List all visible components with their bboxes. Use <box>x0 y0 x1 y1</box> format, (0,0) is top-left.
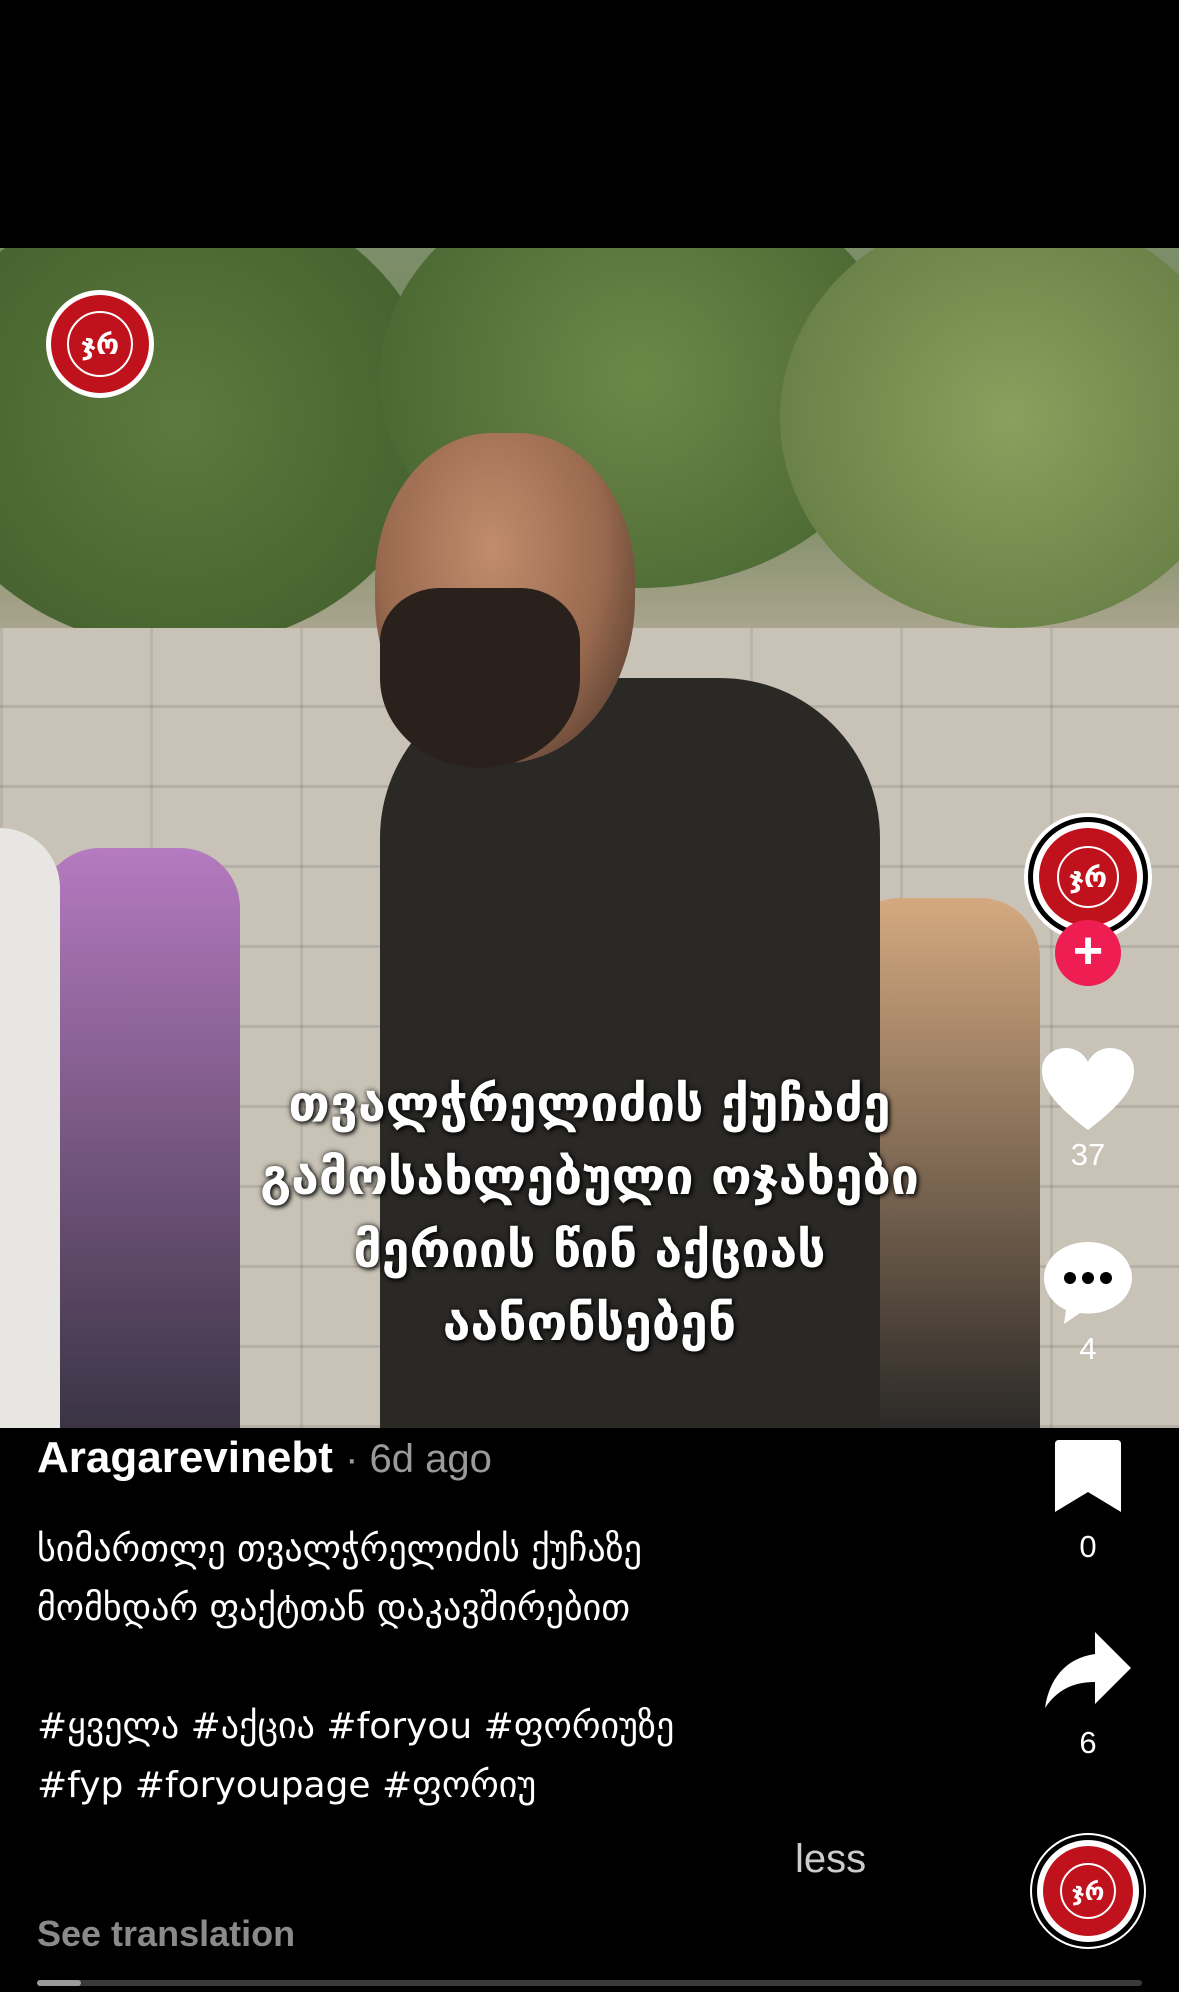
hashtag-line[interactable]: #ყველა #აქცია #foryou #ფორიუზე <box>37 1697 897 1756</box>
svg-text:ჯრ: ჯრ <box>1069 861 1107 894</box>
share-button[interactable]: 6 <box>1018 1632 1158 1761</box>
hashtag-line[interactable]: #fyp #foryoupage #ფორიუ <box>37 1756 897 1815</box>
bookmark-count: 0 <box>1079 1529 1097 1564</box>
music-disc[interactable]: ჯრ <box>1030 1833 1146 1949</box>
channel-watermark-logo: ჯრ <box>44 288 156 400</box>
share-arrow-icon <box>1045 1632 1131 1708</box>
bookmark-icon <box>1055 1440 1121 1512</box>
bookmark-button[interactable]: 0 <box>1018 1440 1158 1565</box>
svg-text:ჯრ: ჯრ <box>1072 1878 1105 1906</box>
post-description: სიმართლე თვალჭრელიძის ქუჩაზე მომხდარ ფაქ… <box>37 1520 897 1815</box>
video-player[interactable]: ჯრ თვალჭრელიძის ქუჩაძე გამოსახლებული ოჯა… <box>0 248 1179 1428</box>
description-line: სიმართლე თვალჭრელიძის ქუჩაზე <box>37 1529 642 1570</box>
heart-icon <box>1042 1048 1134 1130</box>
caption-line: გამოსახლებული ოჯახები <box>260 1148 919 1206</box>
less-button[interactable]: less <box>795 1837 866 1882</box>
post-time: · 6d ago <box>345 1437 492 1481</box>
video-progress-bar[interactable] <box>37 1980 1142 1986</box>
like-count: 37 <box>1070 1137 1106 1172</box>
comment-button[interactable]: 4 <box>1018 1240 1158 1367</box>
caption-line: მერიის წინ აქციას <box>353 1221 826 1279</box>
post-meta: Aragarevinebt · 6d ago <box>37 1430 492 1487</box>
comment-count: 4 <box>1079 1331 1097 1366</box>
caption-line: აანონსებენ <box>442 1294 737 1352</box>
see-translation-link[interactable]: See translation <box>37 1913 295 1955</box>
comment-icon <box>1044 1242 1132 1324</box>
share-count: 6 <box>1079 1725 1097 1760</box>
tree-foliage <box>780 248 1179 628</box>
svg-text:ჯრ: ჯრ <box>81 328 119 361</box>
description-line: მომხდარ ფაქტთან დაკავშირებით <box>37 1588 631 1629</box>
follow-button[interactable]: + <box>1055 920 1121 986</box>
speaker-beard <box>380 588 580 768</box>
username[interactable]: Aragarevinebt <box>37 1433 333 1482</box>
video-caption: თვალჭრელიძის ქუჩაძე გამოსახლებული ოჯახებ… <box>0 1068 1179 1360</box>
like-button[interactable]: 37 <box>1018 1048 1158 1173</box>
caption-line: თვალჭრელიძის ქუჩაძე <box>288 1075 891 1133</box>
progress-fill <box>37 1980 82 1986</box>
